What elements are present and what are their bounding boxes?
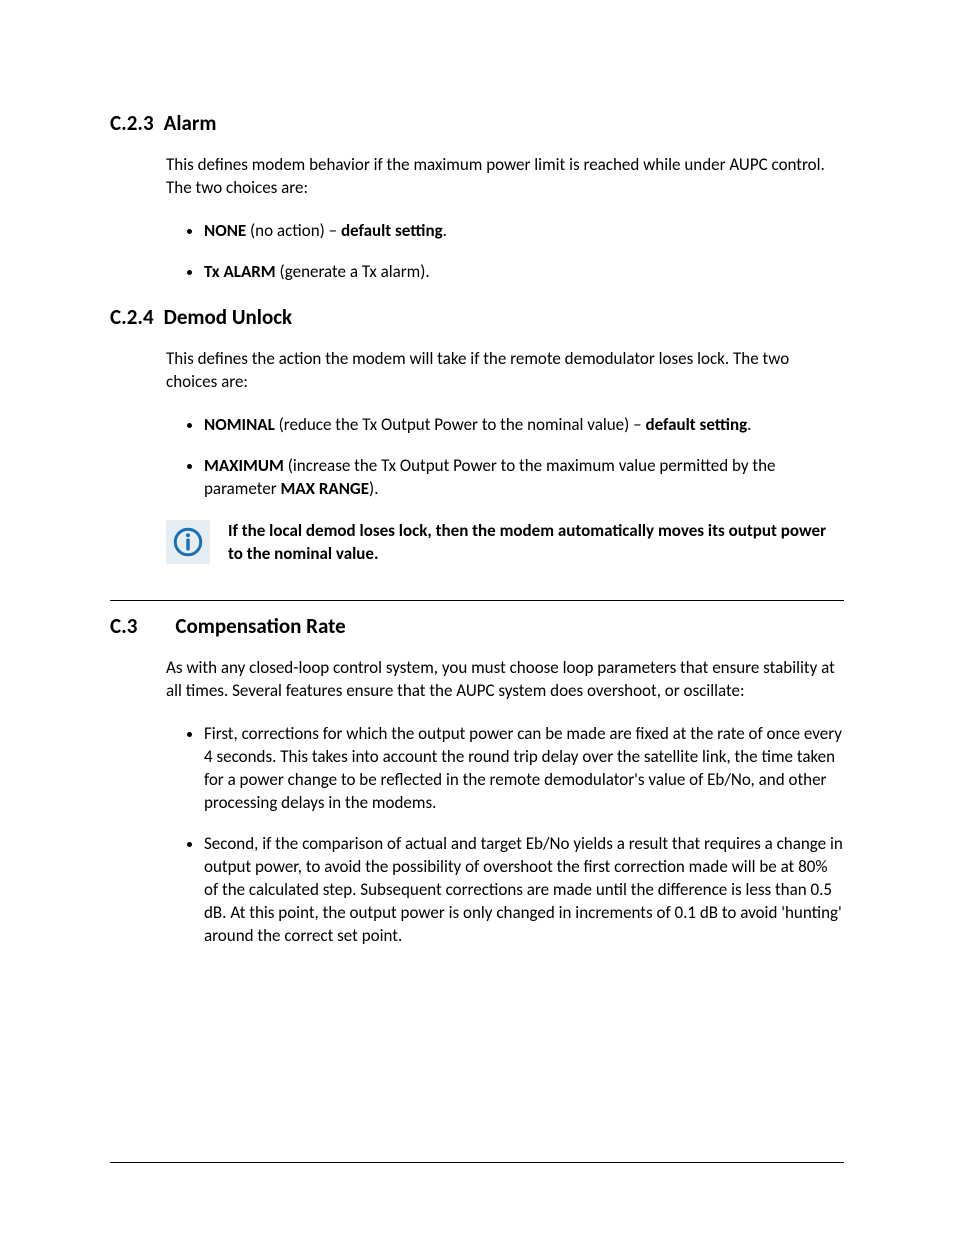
bullet-strong: Tx ALARM [204, 261, 276, 282]
bullet-text: . [747, 414, 751, 435]
bullet-item: Second, if the comparison of actual and … [204, 833, 844, 948]
bullet-text: . [443, 220, 447, 241]
intro-paragraph: As with any closed-loop control system, … [166, 657, 844, 703]
heading-title: Compensation Rate [175, 613, 345, 639]
bullet-strong: NOMINAL [204, 414, 275, 435]
section-divider [110, 600, 844, 601]
bullet-item: First, corrections for which the output … [204, 723, 844, 815]
heading-c23: C.2.3 Alarm [110, 110, 844, 136]
heading-title: Demod Unlock [164, 304, 293, 330]
heading-number: C.3 [110, 613, 137, 639]
section-body-c3: As with any closed-loop control system, … [166, 657, 844, 947]
intro-paragraph: This defines the action the modem will t… [166, 348, 844, 394]
bullet-item: NONE (no action) – default setting. [204, 220, 844, 243]
note-text: If the local demod loses lock, then the … [228, 520, 844, 566]
note-callout: If the local demod loses lock, then the … [166, 520, 844, 566]
heading-number: C.2.3 [110, 110, 154, 136]
info-icon [166, 520, 210, 564]
bullet-strong: NONE [204, 220, 246, 241]
bullet-item: Tx ALARM (generate a Tx alarm). [204, 261, 844, 284]
heading-title: Alarm [164, 110, 217, 136]
document-page: C.2.3 Alarm This defines modem behavior … [0, 0, 954, 948]
bullet-strong: default setting [645, 414, 747, 435]
bullet-item: NOMINAL (reduce the Tx Output Power to t… [204, 414, 844, 437]
heading-c3: C.3 Compensation Rate [110, 613, 844, 639]
bullet-text: First, corrections for which the output … [204, 723, 842, 813]
bullet-strong: default setting [341, 220, 443, 241]
bullet-list: NOMINAL (reduce the Tx Output Power to t… [166, 414, 844, 501]
section-body-c23: This defines modem behavior if the maxim… [166, 154, 844, 284]
bullet-text: Second, if the comparison of actual and … [204, 833, 843, 946]
heading-c24: C.2.4 Demod Unlock [110, 304, 844, 330]
heading-number: C.2.4 [110, 304, 154, 330]
footer-divider [110, 1162, 844, 1163]
section-body-c24: This defines the action the modem will t… [166, 348, 844, 567]
bullet-text: (generate a Tx alarm). [276, 261, 430, 282]
intro-paragraph: This defines modem behavior if the maxim… [166, 154, 844, 200]
bullet-text: (reduce the Tx Output Power to the nomin… [275, 414, 646, 435]
bullet-strong: MAXIMUM [204, 455, 284, 476]
bullet-text: (no action) – [246, 220, 341, 241]
bullet-strong: MAX RANGE [280, 478, 369, 499]
bullet-list: NONE (no action) – default setting. Tx A… [166, 220, 844, 284]
bullet-item: MAXIMUM (increase the Tx Output Power to… [204, 455, 844, 501]
bullet-list: First, corrections for which the output … [166, 723, 844, 947]
bullet-text: ). [369, 478, 378, 499]
